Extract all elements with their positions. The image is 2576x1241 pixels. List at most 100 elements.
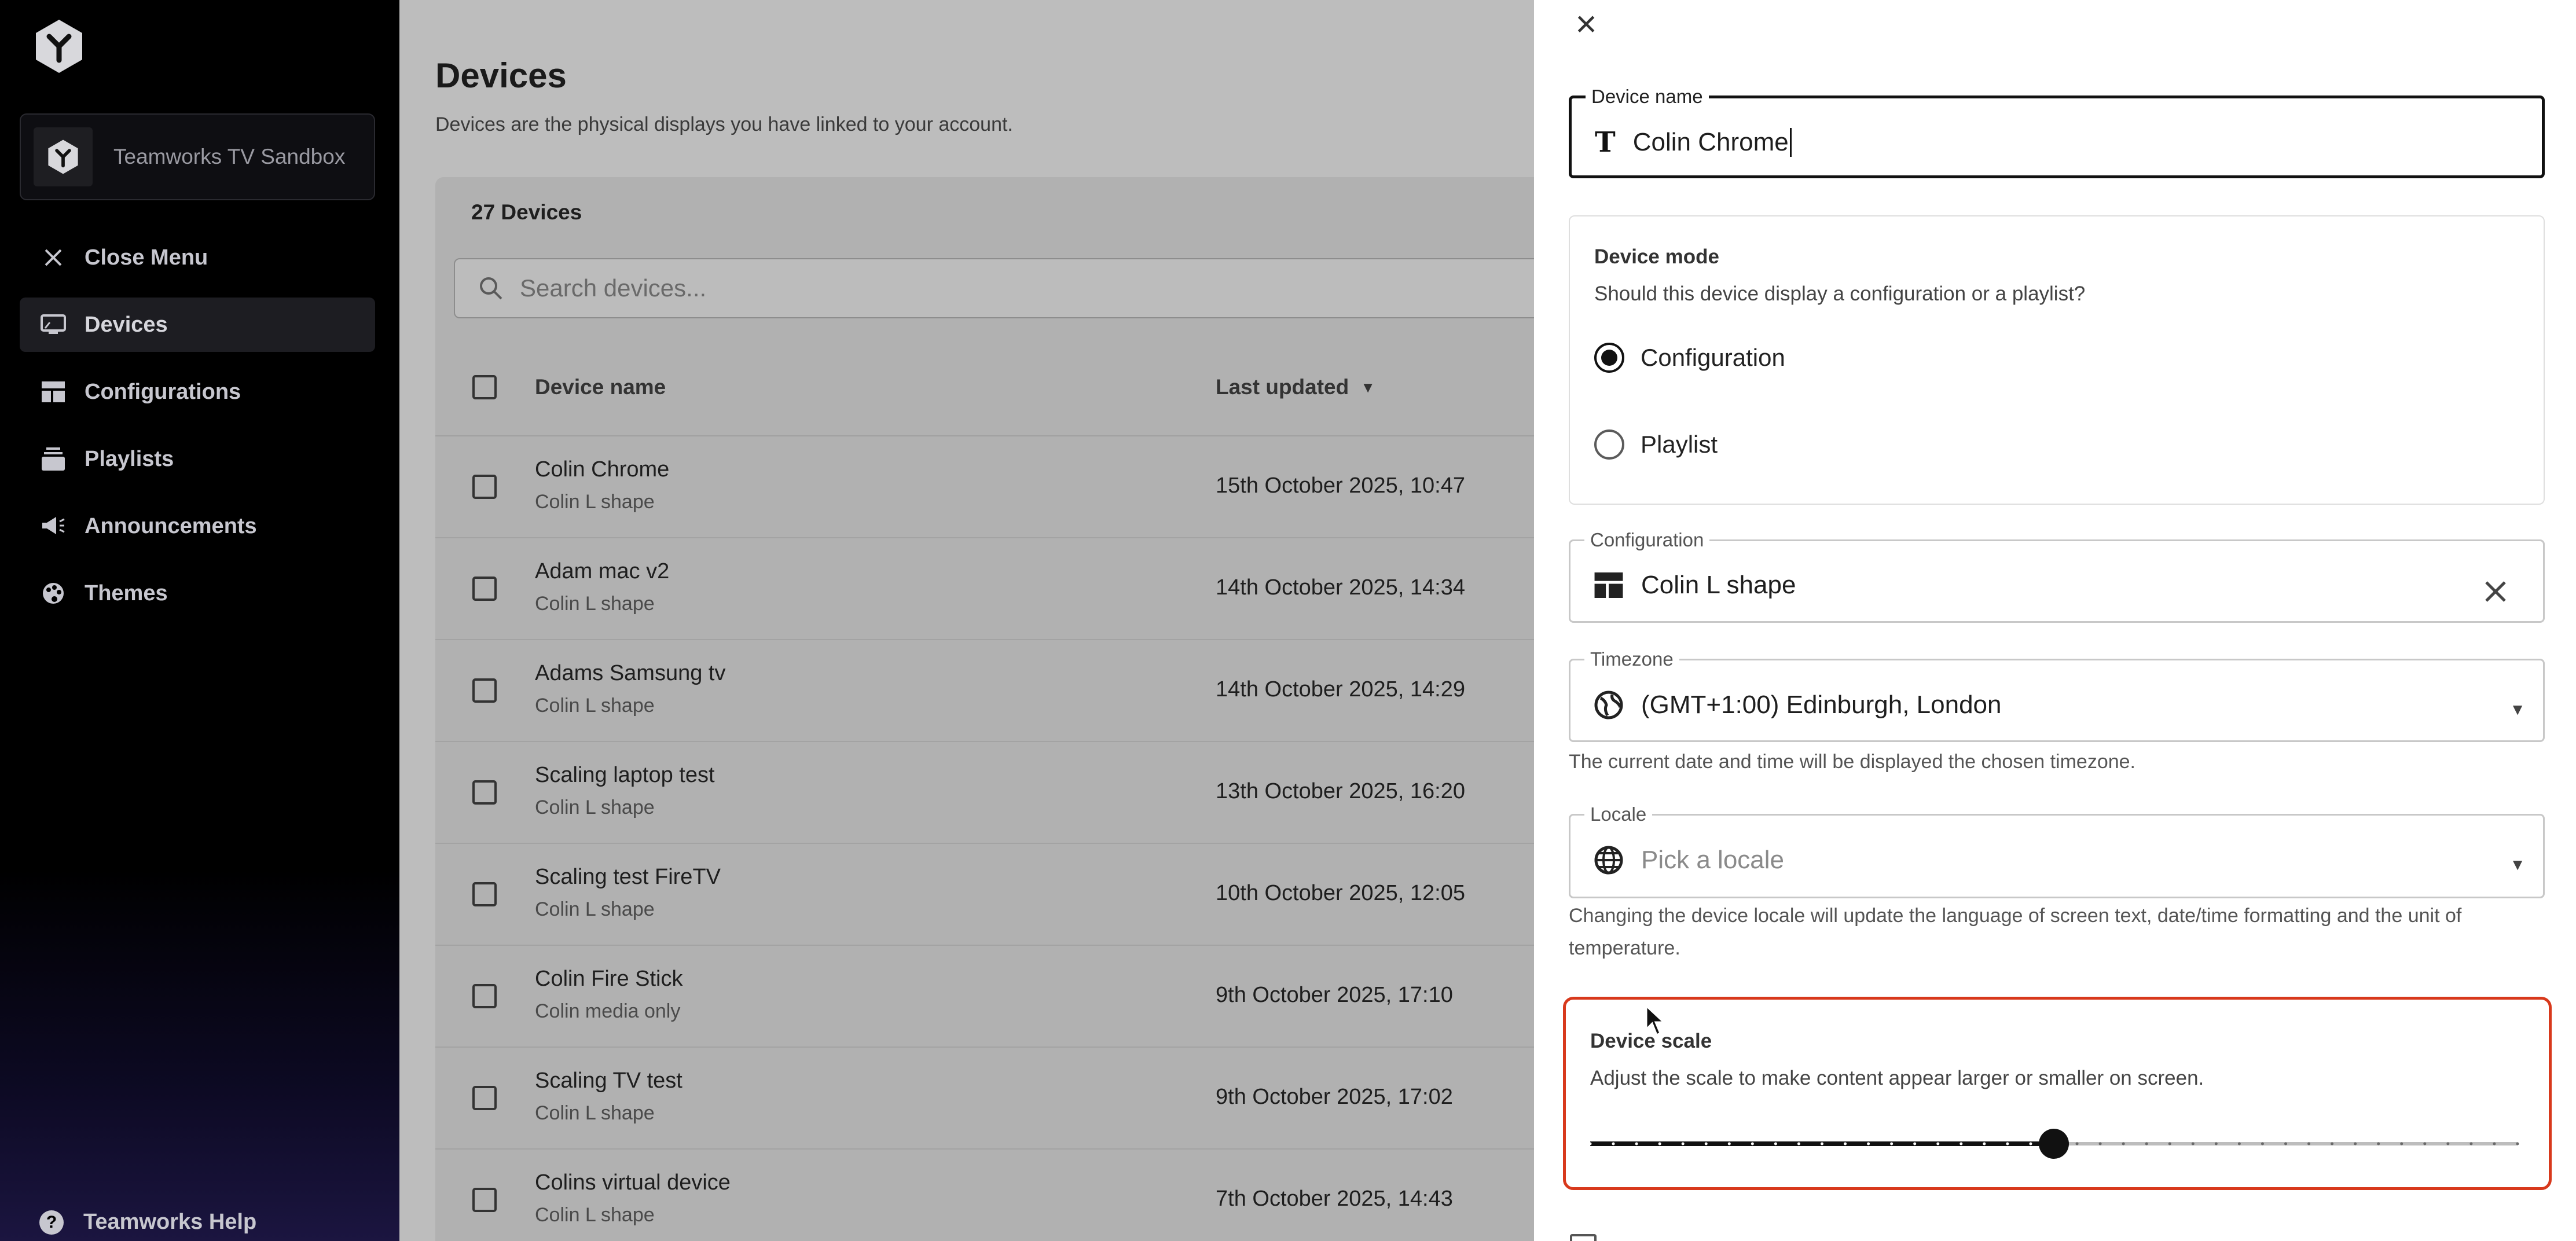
sidebar-item-playlists[interactable]: Playlists [20, 432, 375, 486]
device-name: Colin Chrome [535, 457, 670, 482]
clear-icon[interactable] [2484, 580, 2507, 603]
row-checkbox[interactable] [472, 882, 497, 906]
close-icon [39, 244, 67, 271]
device-configuration: Colin L shape [535, 593, 655, 615]
slider-tick-mark [2446, 1142, 2450, 1145]
text-type-icon: T [1595, 126, 1616, 159]
search-placeholder: Search devices... [520, 274, 707, 302]
megaphone-icon [39, 512, 67, 540]
configuration-row: Colin L shape [1594, 571, 1796, 600]
device-configuration: Colin media only [535, 1000, 681, 1022]
help-icon: ? [39, 1210, 64, 1235]
slider-tick-mark [2006, 1142, 2009, 1145]
row-checkbox[interactable] [472, 780, 497, 805]
device-count: 27 Devices [471, 200, 582, 224]
timezone-value: (GMT+1:00) Edinburgh, London [1641, 691, 2002, 719]
sidebar-item-configurations[interactable]: Configurations [20, 365, 375, 419]
locale-select[interactable]: Locale Pick a locale ▼ [1569, 803, 2545, 898]
slider-tick-mark [1821, 1142, 1823, 1145]
slider-tick-mark [1797, 1142, 1800, 1145]
slider-tick-mark [1936, 1142, 1940, 1145]
select-all-checkbox[interactable] [472, 375, 497, 399]
globe-icon [1594, 846, 1623, 875]
device-name: Colin Fire Stick [535, 967, 683, 991]
table-row[interactable]: Colin Chrome Colin L shape 15th October … [435, 436, 1557, 538]
device-configuration: Colin L shape [535, 1102, 655, 1124]
page-subtitle: Devices are the physical displays you ha… [435, 113, 1013, 135]
palette-icon [39, 579, 67, 607]
edit-device-panel: × Device name T Colin Chrome Device mode… [1534, 0, 2576, 1241]
page-title: Devices [435, 56, 567, 95]
sidebar-item-themes[interactable]: Themes [20, 566, 375, 620]
column-header-last-updated[interactable]: Last updated ▼ [1216, 375, 1375, 399]
slider-tick-mark [2075, 1142, 2079, 1145]
slider-tick-mark [2261, 1142, 2264, 1145]
row-checkbox[interactable] [472, 1188, 497, 1212]
close-panel-button[interactable]: × [1569, 3, 1603, 44]
radio-option-playlist[interactable]: Playlist [1594, 429, 1718, 460]
row-checkbox[interactable] [472, 475, 497, 499]
dropdown-arrow-icon: ▼ [2509, 700, 2526, 718]
table-row[interactable]: Adams Samsung tv Colin L shape 14th Octo… [435, 640, 1557, 742]
radio-label: Configuration [1641, 344, 1785, 371]
device-last-updated: 15th October 2025, 10:47 [1216, 473, 1465, 498]
slider-tick-mark [2493, 1142, 2496, 1145]
timezone-label: Timezone [1590, 648, 1674, 670]
search-input[interactable]: Search devices... [454, 258, 1557, 318]
radio-unchecked-icon [1594, 429, 1624, 460]
partial-checkbox[interactable] [1570, 1234, 1597, 1241]
device-name-label: Device name [1591, 86, 1703, 107]
locale-placeholder: Pick a locale [1641, 846, 1785, 874]
row-checkbox[interactable] [472, 678, 497, 703]
timezone-select[interactable]: Timezone (GMT+1:00) Edinburgh, London ▼ [1569, 648, 2545, 742]
row-checkbox[interactable] [472, 1086, 497, 1110]
slider-tick-mark [2400, 1142, 2403, 1145]
device-name: Scaling TV test [535, 1069, 682, 1093]
search-icon [480, 277, 502, 300]
table-row[interactable]: Colins virtual device Colin L shape 7th … [435, 1150, 1557, 1241]
table-row[interactable]: Scaling test FireTV Colin L shape 10th O… [435, 844, 1557, 946]
radio-option-configuration[interactable]: Configuration [1594, 343, 1785, 373]
slider-tick-mark [1913, 1142, 1917, 1145]
table-row[interactable]: Colin Fire Stick Colin media only 9th Oc… [435, 946, 1557, 1048]
globe-americas-icon [1594, 691, 1623, 719]
sidebar-item-announcements[interactable]: Announcements [20, 499, 375, 553]
help-label: Teamworks Help [83, 1210, 257, 1234]
slider-tick-mark [1588, 1142, 1592, 1145]
slider-tick-mark [2098, 1142, 2102, 1145]
slider-thumb[interactable] [2039, 1129, 2069, 1159]
slider-tick-mark [1612, 1142, 1615, 1145]
device-scale-slider[interactable] [1588, 1129, 2519, 1159]
sidebar-item-close-menu[interactable]: Close Menu [20, 230, 375, 285]
slider-tick-mark [1635, 1142, 1638, 1145]
column-header-device-name[interactable]: Device name [535, 375, 666, 399]
slider-tick-mark [1727, 1142, 1731, 1145]
device-last-updated: 9th October 2025, 17:10 [1216, 983, 1453, 1007]
configuration-select[interactable]: Configuration Colin L shape [1569, 529, 2545, 623]
table-row[interactable]: Scaling laptop test Colin L shape 13th O… [435, 742, 1557, 844]
slider-tick-mark [1751, 1142, 1754, 1145]
sidebar-item-label: Themes [85, 581, 168, 605]
row-checkbox[interactable] [472, 984, 497, 1008]
text-caret [1789, 128, 1792, 157]
sidebar-item-devices[interactable]: Devices [20, 298, 375, 352]
table-row[interactable]: Scaling TV test Colin L shape 9th Octobe… [435, 1048, 1557, 1150]
device-configuration: Colin L shape [535, 796, 655, 818]
organization-switcher[interactable]: Teamworks TV Sandbox [20, 113, 375, 200]
app-logo-icon[interactable] [30, 17, 88, 75]
slider-tick-mark [2423, 1142, 2427, 1145]
help-link[interactable]: ? Teamworks Help [39, 1210, 256, 1235]
layout-icon [1594, 572, 1623, 598]
timezone-helper-text: The current date and time will be displa… [1569, 751, 2135, 773]
row-checkbox[interactable] [472, 577, 497, 601]
device-scale-description: Adjust the scale to make content appear … [1590, 1067, 2204, 1089]
slider-tick-mark [1844, 1142, 1847, 1145]
slider-tick-mark [1704, 1142, 1708, 1145]
organization-logo-icon [48, 139, 78, 174]
device-name-field[interactable]: Device name T Colin Chrome [1569, 86, 2545, 178]
slider-tick-mark [2191, 1142, 2195, 1145]
locale-row: Pick a locale [1594, 845, 1784, 875]
table-row[interactable]: Adam mac v2 Colin L shape 14th October 2… [435, 538, 1557, 640]
slider-tick-mark [2284, 1142, 2287, 1145]
slider-tick-mark [1774, 1142, 1777, 1145]
